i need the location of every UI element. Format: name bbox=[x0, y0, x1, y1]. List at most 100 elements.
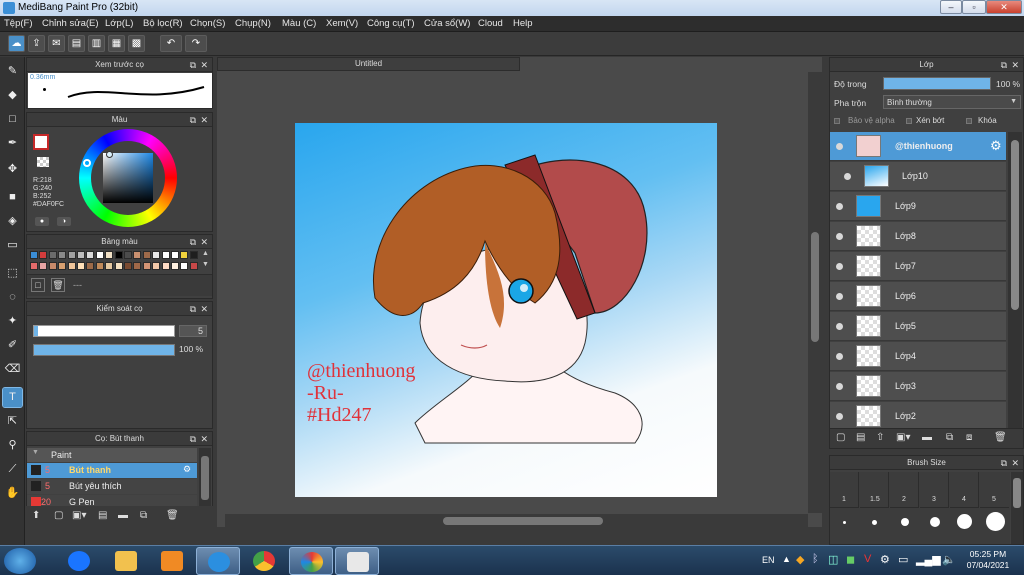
text-icon[interactable]: T bbox=[2, 387, 23, 408]
menu-view[interactable]: Xem(V) bbox=[326, 18, 358, 29]
palette-swatch[interactable] bbox=[124, 262, 132, 270]
palette-swatch[interactable] bbox=[124, 251, 132, 259]
color-swap-button[interactable]: ◑ bbox=[57, 217, 71, 226]
divide-icon[interactable]: ⟋ bbox=[3, 460, 22, 479]
brush-size-dot[interactable] bbox=[986, 512, 1005, 531]
brush-size-cell[interactable]: 1.5 bbox=[860, 472, 889, 508]
new-brush-icon[interactable]: ▢ bbox=[54, 510, 63, 521]
brush-size-dot[interactable] bbox=[957, 514, 972, 529]
duplicate-icon[interactable]: ⧉ bbox=[946, 432, 953, 443]
palette-scroll-down-icon[interactable]: ▼ bbox=[202, 261, 209, 268]
fill-rect-icon[interactable]: ■ bbox=[3, 188, 22, 207]
new-halftone-layer-icon[interactable]: ▤ bbox=[856, 432, 865, 443]
close-icon[interactable]: ✕ bbox=[1011, 59, 1019, 71]
palette-swatch[interactable] bbox=[48, 262, 57, 270]
visibility-icon[interactable] bbox=[836, 293, 843, 300]
medibang-taskbar-button[interactable] bbox=[289, 547, 333, 575]
layer-row[interactable]: Lớp7 bbox=[830, 252, 1006, 281]
palette-swatch[interactable] bbox=[171, 251, 179, 259]
foreground-color-swatch[interactable] bbox=[33, 134, 49, 150]
grid-icon[interactable]: ▩ bbox=[128, 35, 145, 52]
bucket-icon[interactable]: ◈ bbox=[3, 212, 22, 231]
duplicate-icon[interactable]: ⧉ bbox=[140, 510, 147, 521]
expand-icon[interactable]: ⧉ bbox=[190, 114, 196, 126]
signal-icon[interactable]: ▂▄▆ bbox=[916, 553, 941, 566]
palette-swatch[interactable] bbox=[58, 251, 67, 259]
visibility-icon[interactable] bbox=[836, 233, 843, 240]
eyedropper-icon[interactable]: ⚲ bbox=[3, 436, 22, 455]
move-icon[interactable]: ✥ bbox=[3, 160, 22, 179]
visibility-icon[interactable] bbox=[836, 413, 843, 420]
palette-swatch[interactable] bbox=[105, 262, 114, 270]
palette-swatch[interactable] bbox=[67, 262, 76, 270]
horizontal-scrollbar[interactable] bbox=[225, 514, 808, 528]
close-icon[interactable]: ✕ bbox=[200, 114, 208, 126]
brush-size-cell[interactable]: 5 bbox=[980, 472, 1009, 508]
brush-item[interactable]: 5 Bút thanh ⚙ bbox=[27, 463, 197, 478]
brush-size-dot[interactable] bbox=[872, 520, 877, 525]
gradient-icon[interactable]: ▭ bbox=[3, 236, 22, 255]
visibility-icon[interactable] bbox=[836, 383, 843, 390]
expand-icon[interactable]: ⧉ bbox=[190, 303, 196, 315]
hand-icon[interactable]: ✋ bbox=[3, 484, 22, 503]
operation-icon[interactable]: ⇱ bbox=[3, 412, 22, 431]
brush-settings-icon[interactable]: ▤ bbox=[98, 510, 107, 521]
layer-opacity-slider[interactable] bbox=[883, 77, 991, 90]
palette-swatch[interactable] bbox=[189, 251, 198, 259]
brush-size-dot[interactable] bbox=[843, 521, 846, 524]
eraser-icon[interactable]: ◆ bbox=[3, 86, 22, 105]
brush-size-dot[interactable] bbox=[901, 518, 909, 526]
menu-edit[interactable]: Chỉnh sửa(E) bbox=[42, 18, 99, 29]
palette-swatch[interactable] bbox=[95, 262, 104, 270]
page-icon[interactable]: ▥ bbox=[88, 35, 105, 52]
hue-ring[interactable] bbox=[79, 129, 177, 227]
expand-icon[interactable]: ⧉ bbox=[190, 236, 196, 248]
layer-list-scrollbar[interactable] bbox=[1008, 132, 1022, 432]
undo-icon[interactable]: ↶ bbox=[160, 35, 182, 52]
gear-icon[interactable]: ⚙ bbox=[990, 138, 1002, 154]
share-icon[interactable]: ⇪ bbox=[28, 35, 45, 52]
visibility-icon[interactable] bbox=[836, 353, 843, 360]
layer-row[interactable]: Lớp5 bbox=[830, 312, 1006, 341]
palette-swatch[interactable] bbox=[77, 262, 85, 270]
zalo-taskbar-button[interactable] bbox=[57, 547, 101, 575]
expand-icon[interactable]: ⧉ bbox=[1001, 59, 1007, 71]
language-indicator[interactable]: EN bbox=[762, 555, 775, 565]
tray-app-icon[interactable]: ⚙ bbox=[880, 553, 890, 566]
nvidia-icon[interactable]: ◼ bbox=[846, 553, 855, 566]
gallery-icon[interactable]: ▦ bbox=[108, 35, 125, 52]
menu-color[interactable]: Màu (C) bbox=[282, 18, 316, 29]
menu-select[interactable]: Chọn(S) bbox=[190, 18, 225, 29]
rectangle-select-icon[interactable]: □ bbox=[3, 110, 22, 129]
blend-mode-select[interactable]: Bình thường ▼ bbox=[883, 95, 1021, 109]
visibility-icon[interactable] bbox=[836, 323, 843, 330]
palette-scroll-up-icon[interactable]: ▲ bbox=[202, 250, 209, 257]
redo-icon[interactable]: ↷ bbox=[185, 35, 207, 52]
palette-swatch[interactable] bbox=[95, 251, 104, 259]
brush-size-cell[interactable]: 1 bbox=[830, 472, 859, 508]
clock[interactable]: 05:25 PM 07/04/2021 bbox=[958, 549, 1018, 571]
file-explorer-taskbar-button[interactable] bbox=[104, 547, 148, 575]
lock-checkbox[interactable] bbox=[966, 118, 972, 124]
protect-alpha-checkbox[interactable] bbox=[834, 118, 840, 124]
brush-size-slider[interactable] bbox=[33, 325, 175, 337]
layer-row[interactable]: Lớp10 bbox=[830, 162, 1006, 191]
layer-row[interactable]: Lớp3 bbox=[830, 372, 1006, 401]
palette-swatch[interactable] bbox=[39, 251, 48, 259]
palette-swatch[interactable] bbox=[39, 262, 48, 270]
internet-explorer-taskbar-button[interactable] bbox=[196, 547, 240, 575]
layer-row[interactable]: Lớp2 bbox=[830, 402, 1006, 431]
brush-group[interactable]: ▼ Paint bbox=[27, 448, 197, 462]
palette-swatch[interactable] bbox=[48, 251, 57, 259]
chrome-taskbar-button[interactable] bbox=[242, 547, 286, 575]
palette-swatch[interactable] bbox=[86, 262, 95, 270]
close-button[interactable]: ✕ bbox=[986, 0, 1022, 14]
transparent-color-swatch[interactable] bbox=[37, 157, 49, 167]
action-center-icon[interactable]: ▭ bbox=[898, 553, 908, 566]
palette-swatch[interactable] bbox=[152, 251, 161, 259]
visibility-icon[interactable] bbox=[836, 203, 843, 210]
collapse-icon[interactable]: ▼ bbox=[32, 449, 39, 456]
tray-chevron-icon[interactable]: ▲ bbox=[782, 554, 791, 564]
tray-app-icon[interactable]: ◆ bbox=[796, 553, 804, 566]
brush-size-scrollbar[interactable] bbox=[1011, 472, 1023, 544]
